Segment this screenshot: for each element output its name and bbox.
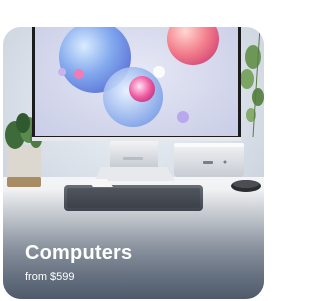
mac-studio-icon: [174, 143, 244, 177]
plant-right-icon: [240, 27, 264, 138]
card-price: from $599: [25, 271, 75, 283]
computers-category-card[interactable]: Computers from $599: [3, 27, 264, 299]
card-title: Computers: [25, 242, 133, 264]
